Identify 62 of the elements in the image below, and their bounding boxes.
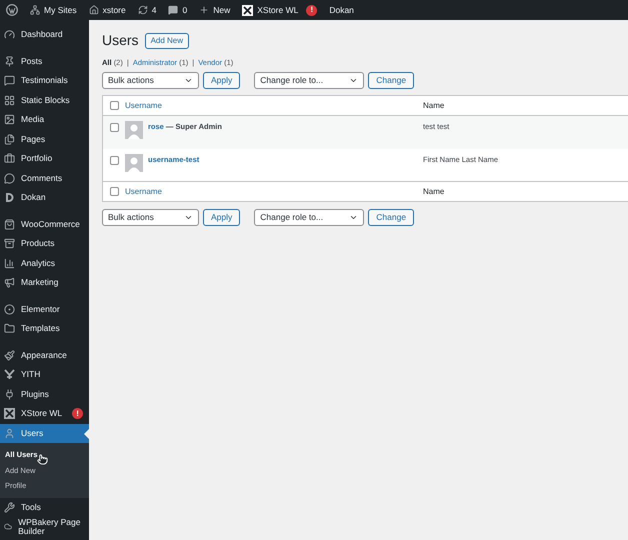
my-sites-link[interactable]: My Sites: [24, 0, 83, 20]
sidebar-item[interactable]: Dokan: [0, 188, 89, 208]
xstore-link[interactable]: XStore WL: [257, 4, 298, 16]
sidebar-item[interactable]: XStore WL !: [0, 404, 89, 424]
x-logo-icon: [242, 4, 254, 16]
wordpress-logo-icon[interactable]: [6, 4, 18, 16]
sidebar-item[interactable]: Pages: [0, 130, 89, 149]
sidebar-item[interactable]: YITH: [0, 365, 89, 384]
sidebar-item[interactable]: WPBakery Page Builder: [0, 517, 89, 536]
d-logo-icon: [4, 192, 15, 204]
sidebar-item[interactable]: Media: [0, 110, 89, 130]
sidebar-item[interactable]: Users: [0, 424, 89, 443]
new-link[interactable]: New: [193, 0, 236, 20]
plus-icon: [199, 5, 210, 15]
comment-icon: [168, 5, 178, 15]
sidebar-item[interactable]: Products: [0, 234, 89, 254]
sidebar-item[interactable]: Marketing: [0, 273, 89, 292]
avatar: [125, 154, 143, 172]
dropdown[interactable]: Bulk actions: [102, 72, 199, 90]
sidebar-item[interactable]: Static Blocks: [0, 90, 89, 110]
column-header: Name: [423, 100, 444, 112]
sidebar-item[interactable]: Dashboard: [0, 25, 89, 44]
refresh-icon: [138, 5, 148, 15]
dokan-link[interactable]: Dokan: [323, 0, 360, 20]
page-title: Users: [102, 31, 139, 50]
dropdown[interactable]: Change role to...: [254, 209, 364, 226]
apply-button[interactable]: Apply: [203, 209, 240, 226]
checkbox[interactable]: [110, 156, 118, 165]
column-header[interactable]: Username: [125, 186, 423, 198]
comments-link[interactable]: 0: [162, 0, 194, 20]
updates-link[interactable]: 4: [132, 0, 162, 20]
notification-badge: !: [306, 4, 318, 16]
sidebar-item[interactable]: WooCommerce: [0, 214, 89, 234]
sidebar-item[interactable]: Elementor: [0, 300, 89, 319]
dropdown[interactable]: Change role to...: [254, 72, 364, 90]
checkbox[interactable]: [110, 101, 118, 110]
checkbox[interactable]: [110, 187, 118, 196]
sidebar-item[interactable]: Posts: [0, 52, 89, 71]
avatar: [125, 121, 143, 140]
sidebar-item[interactable]: Analytics: [0, 254, 89, 273]
sidebar-item[interactable]: Portfolio: [0, 149, 89, 168]
apply-button[interactable]: Apply: [203, 72, 240, 90]
x-logo-icon: [4, 408, 15, 420]
notification-badge: !: [72, 408, 84, 420]
column-header: Name: [423, 186, 444, 198]
sidebar-item[interactable]: Tools: [0, 498, 89, 517]
sidebar-item[interactable]: Plugins: [0, 384, 89, 404]
checkbox[interactable]: [110, 123, 118, 132]
sidebar-item[interactable]: Comments: [0, 168, 89, 188]
change-button[interactable]: Change: [368, 72, 414, 90]
y-logo-icon: [4, 369, 15, 380]
change-button[interactable]: Change: [368, 209, 414, 226]
site-home-link[interactable]: xstore: [82, 0, 132, 20]
sidebar-item[interactable]: Testimonials: [0, 71, 89, 90]
cursor-icon: [37, 454, 48, 465]
network-icon: [30, 5, 40, 15]
add-new-button[interactable]: Add New: [144, 32, 190, 48]
home-icon: [88, 5, 99, 15]
column-header[interactable]: Username: [125, 100, 423, 112]
sidebar-item[interactable]: Appearance: [0, 346, 89, 365]
dropdown[interactable]: Bulk actions: [102, 209, 199, 226]
sidebar-item[interactable]: Templates: [0, 319, 89, 338]
